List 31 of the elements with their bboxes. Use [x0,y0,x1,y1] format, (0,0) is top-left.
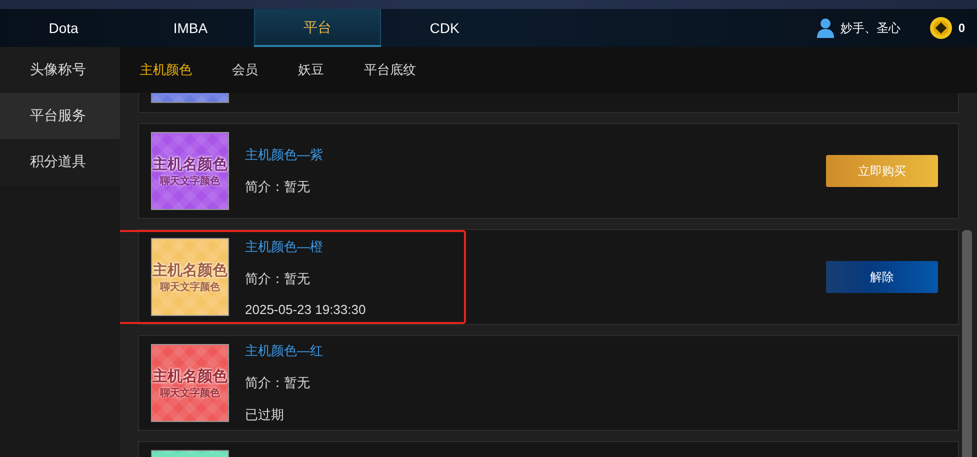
product-description: 简介：暂无 [245,374,311,392]
remove-button[interactable]: 解除 [826,261,938,293]
product-title: 主机颜色—红 [245,342,324,360]
coin-icon [930,17,952,39]
user-name[interactable]: 妙手、圣心 [840,20,900,36]
preview-title: 主机名颜色 [152,366,228,386]
preview-title: 主机名颜色 [152,154,228,174]
preview-subtitle: 聊天文字颜色 [160,280,220,294]
sidebar-item[interactable]: 头像称号 [0,47,120,93]
sub-tab[interactable]: 主机颜色 [140,61,192,79]
sub-tab[interactable]: 会员 [232,61,258,79]
preview-title: 主机名颜色 [152,260,228,280]
sidebar-item[interactable]: 平台服务 [0,93,120,139]
coin-count: 0 [958,21,965,35]
product-status: 已过期 [245,406,285,424]
product-title: 主机颜色—橙 [245,238,324,256]
product-description: 简介：暂无 [245,270,311,288]
preview-subtitle: 聊天文字颜色 [160,386,220,400]
nav-tab[interactable]: CDK [381,9,508,47]
nav-tab[interactable]: 平台 [254,9,381,47]
sub-tab[interactable]: 平台底纹 [364,61,416,79]
nav-tab[interactable]: IMBA [127,9,254,47]
product-status: 2025-05-23 19:33:30 [245,302,367,316]
user-icon [817,18,834,38]
product-title: 主机颜色—紫 [245,146,324,164]
nav-tab[interactable]: Dota [0,9,127,47]
sidebar-item[interactable]: 积分道具 [0,139,120,185]
sub-tab[interactable]: 妖豆 [298,61,324,79]
preview-subtitle: 聊天文字颜色 [160,174,220,188]
scrollbar-thumb[interactable] [962,230,972,457]
product-description: 简介：暂无 [245,178,311,196]
